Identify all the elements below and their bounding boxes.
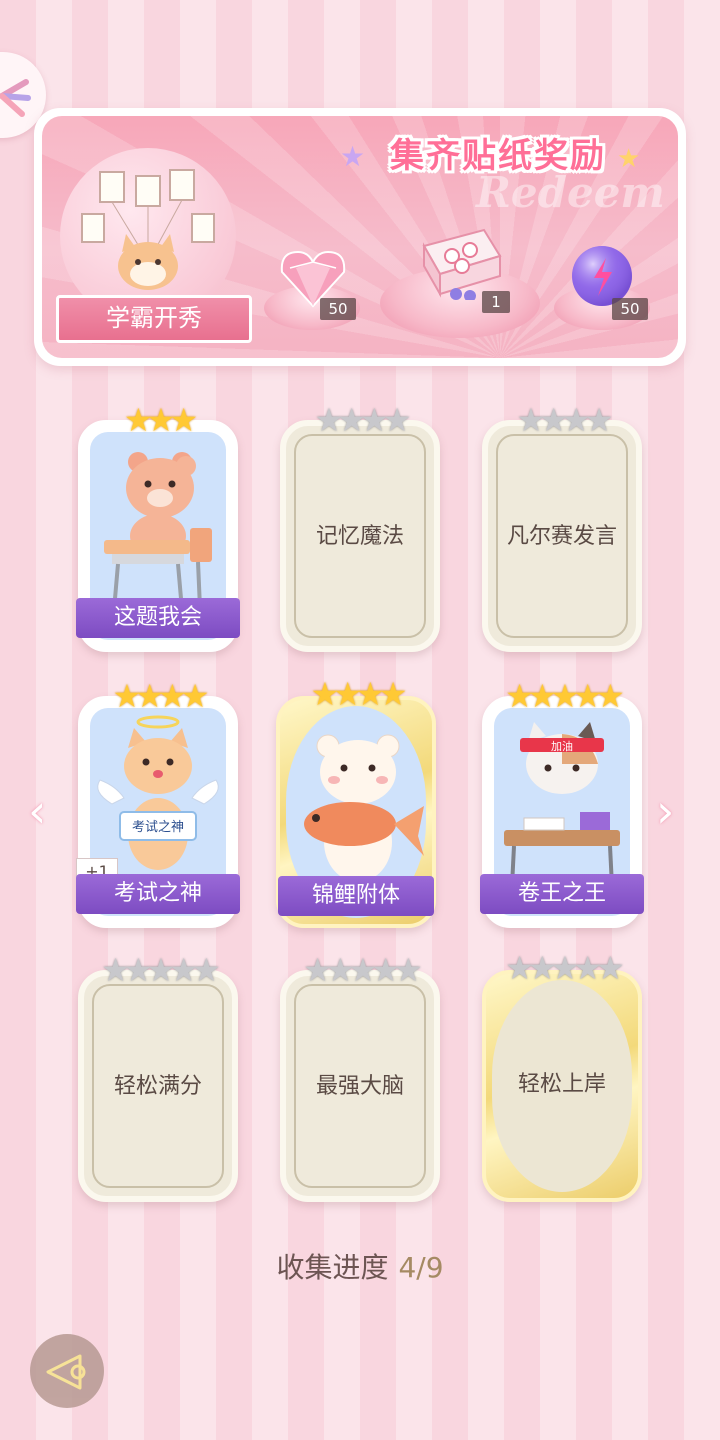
sticker-card[interactable]: ★★★ 这题我会 — [76, 404, 240, 652]
sticker-name-label: 这题我会 — [76, 598, 240, 638]
sticker-name-label: 最强大脑 — [315, 1074, 404, 1099]
sticker-name-label: 轻松满分 — [113, 1074, 202, 1099]
progress-value: 4/9 — [398, 1251, 444, 1284]
sticker-card-locked[interactable]: ★★★★ 记忆魔法 — [280, 404, 440, 652]
sticker-name-label: 考试之神 — [76, 874, 240, 914]
reward-count: 1 — [482, 291, 510, 313]
gold-star-rating: ★★★★★ — [505, 677, 624, 715]
back-button[interactable] — [30, 1334, 104, 1408]
sticker-card-locked[interactable]: ★★★★★ 最强大脑 — [280, 954, 440, 1202]
gold-star-rating: ★★★★ — [310, 675, 408, 713]
banner-title: 集齐贴纸奖励 — [390, 136, 606, 176]
previous-page-arrow-icon[interactable]: ‹ — [28, 788, 46, 834]
sticker-card-locked[interactable]: ★★★★ 凡尔赛发言 — [482, 404, 642, 652]
silver-star-rating: ★★★★ — [314, 401, 412, 439]
next-page-arrow-icon[interactable]: › — [656, 788, 674, 834]
sticker-name-label: 凡尔赛发言 — [506, 524, 617, 549]
silver-star-rating: ★★★★★ — [101, 951, 220, 989]
sticker-card[interactable]: 加油 ★★★★★ 卷王之王 — [480, 680, 644, 928]
gift-box-icon[interactable] — [414, 216, 504, 300]
silver-star-rating: ★★★★ — [516, 401, 614, 439]
sticker-name-label: 轻松上岸 — [517, 1072, 606, 1097]
silver-star-rating: ★★★★★ — [303, 951, 422, 989]
back-arrow-icon — [46, 1354, 86, 1390]
reward-count: 50 — [320, 298, 356, 320]
sticker-name-label: 记忆魔法 — [315, 524, 404, 549]
sticker-card-gold-locked[interactable]: ★★★★★ 轻松上岸 — [482, 952, 642, 1202]
headband-text: 加油 — [551, 739, 573, 753]
silver-star-rating: ★★★★★ — [505, 949, 624, 987]
sticker-card-locked[interactable]: ★★★★★ 轻松满分 — [78, 954, 238, 1202]
sticker-name-label: 卷王之王 — [480, 874, 644, 914]
gold-star-rating: ★★★ — [123, 401, 198, 439]
sticker-card-gold[interactable]: ★★★★ 锦鲤附体 — [276, 678, 436, 928]
sticker-name-label: 锦鲤附体 — [278, 876, 434, 916]
banner-badge-label: 学霸开秀 — [56, 295, 252, 343]
gold-star-rating: ★★★★ — [112, 677, 210, 715]
progress-label: 收集进度 — [276, 1251, 389, 1284]
sign-text: 考试之神 — [132, 820, 184, 835]
collection-progress: 收集进度 4/9 — [0, 1246, 720, 1286]
reward-count: 50 — [612, 298, 648, 320]
sticker-card[interactable]: 考试之神 ★★★★ +1 考试之神 — [76, 680, 240, 928]
